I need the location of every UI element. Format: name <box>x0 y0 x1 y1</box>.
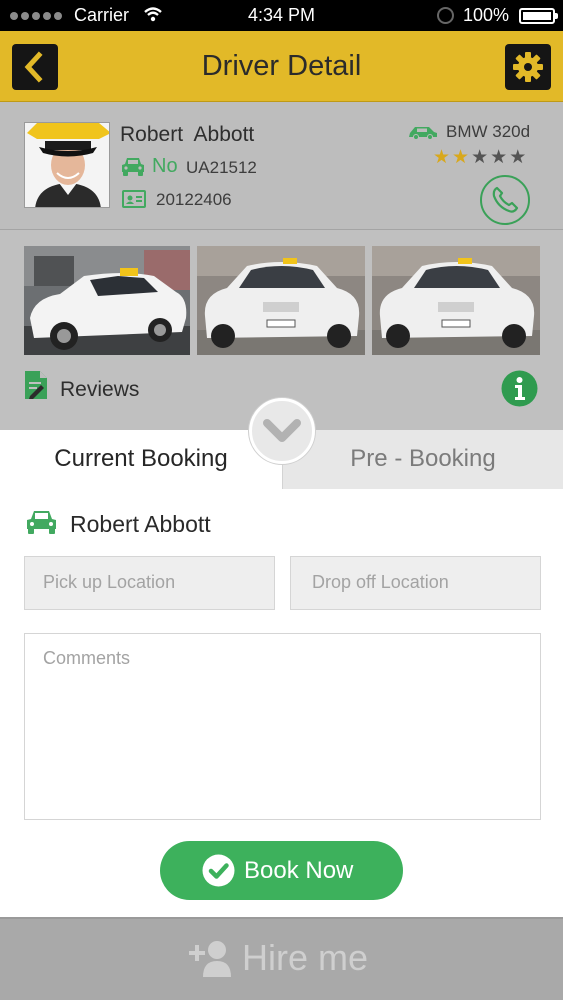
battery-percentage: 100% <box>463 5 510 25</box>
book-now-button[interactable]: Book Now <box>160 841 403 900</box>
nav-header: Driver Detail <box>0 31 563 102</box>
star-icon: ★ <box>433 147 451 168</box>
driver-name: Robert Abbott <box>120 123 255 146</box>
phone-icon <box>492 186 519 213</box>
tab-current-booking[interactable]: Current Booking <box>0 430 282 489</box>
comments-textarea[interactable]: Comments <box>24 633 541 820</box>
driver-card: Robert Abbott No UA21512 20122406 BMW 32… <box>0 102 563 230</box>
tab-pre-booking[interactable]: Pre - Booking <box>282 430 563 489</box>
availability-label: No <box>152 155 178 177</box>
pickup-location-input[interactable]: Pick up Location <box>24 556 275 610</box>
hire-me-label: Hire me <box>242 937 369 978</box>
car-photo[interactable] <box>24 246 190 355</box>
car-photo[interactable] <box>197 246 365 355</box>
car-model-icon <box>409 127 437 140</box>
star-icon: ★ <box>471 147 489 168</box>
check-circle-icon <box>202 854 235 887</box>
booking-form: Robert Abbott Pick up Location Drop off … <box>0 489 563 917</box>
call-button[interactable] <box>480 175 530 225</box>
driver-avatar <box>24 122 110 208</box>
status-bar: Carrier 4:34 PM 100% <box>0 0 563 31</box>
car-icon <box>122 158 144 176</box>
car-icon <box>27 511 56 534</box>
car-model: BMW 320d <box>446 122 531 141</box>
license-number: 20122406 <box>156 190 232 209</box>
star-icon: ★ <box>452 147 470 168</box>
page-title: Driver Detail <box>201 50 362 82</box>
book-now-label: Book Now <box>244 857 354 884</box>
add-user-icon <box>189 941 231 977</box>
settings-button[interactable] <box>505 44 551 90</box>
collapse-toggle-button[interactable] <box>249 398 315 464</box>
car-photo[interactable] <box>372 246 540 355</box>
id-card-icon <box>122 190 146 208</box>
dropoff-location-input[interactable]: Drop off Location <box>290 556 541 610</box>
rotation-lock-icon <box>437 7 454 24</box>
gear-icon <box>513 52 543 82</box>
info-icon[interactable] <box>501 370 538 407</box>
booking-driver-name: Robert Abbott <box>70 511 211 537</box>
reviews-link[interactable]: Reviews <box>60 378 139 402</box>
rating-stars: ★ ★ ★ ★ ★ <box>433 148 526 167</box>
star-icon: ★ <box>490 147 508 168</box>
battery-icon <box>519 8 558 24</box>
chevron-down-icon <box>263 419 301 442</box>
document-edit-icon <box>25 371 47 399</box>
hire-me-button[interactable]: Hire me <box>0 917 563 1000</box>
license-plate: UA21512 <box>186 158 257 177</box>
star-icon: ★ <box>509 147 527 168</box>
